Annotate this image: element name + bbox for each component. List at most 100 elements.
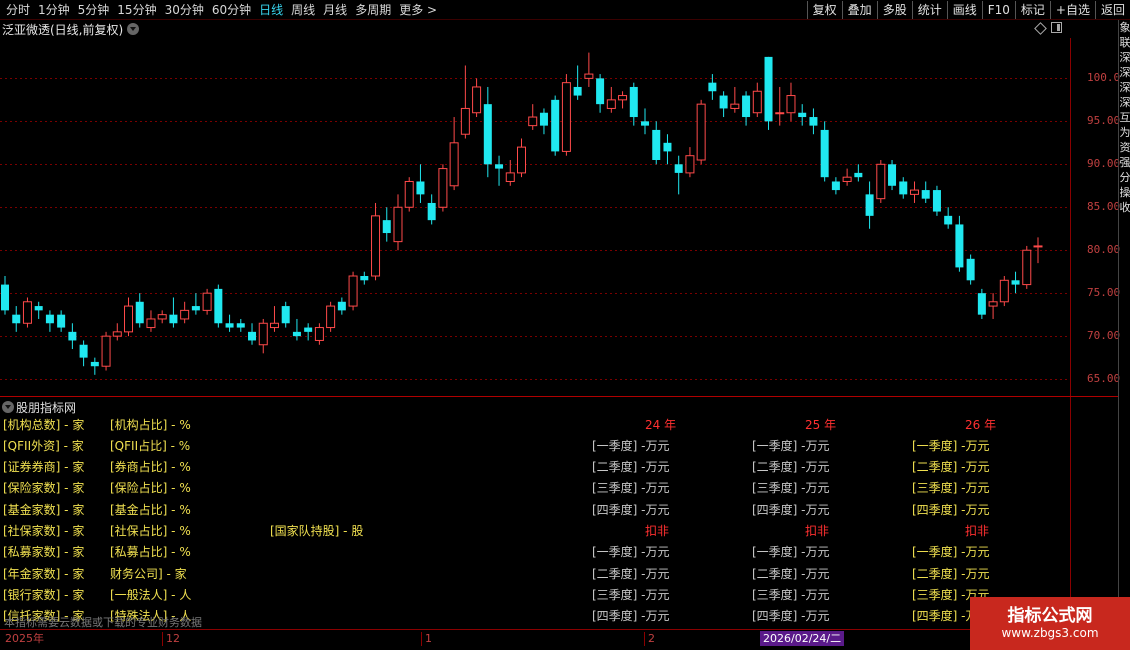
candle[interactable] [663,134,672,165]
candle[interactable] [641,108,650,135]
period-tab[interactable]: 5分钟 [74,0,114,20]
candle[interactable] [112,323,122,341]
candle[interactable] [854,164,863,182]
candle[interactable] [831,177,840,195]
candle[interactable] [573,65,582,100]
side-strip-char[interactable]: 操 [1119,185,1130,200]
candle[interactable] [281,301,290,328]
candle[interactable] [304,323,313,341]
candle[interactable] [561,74,571,156]
candle[interactable] [404,177,414,212]
candle[interactable] [932,185,941,216]
candle[interactable] [360,271,369,285]
candle[interactable] [1022,245,1032,289]
candle[interactable] [449,117,459,191]
side-strip-char[interactable]: 为 [1119,125,1130,140]
side-strip-char[interactable]: 强 [1119,155,1130,170]
candle[interactable] [786,82,796,122]
candle[interactable] [842,168,852,186]
candle[interactable] [393,194,403,251]
candle[interactable] [742,91,751,126]
candle[interactable] [337,297,346,315]
candle[interactable] [876,160,886,203]
candle[interactable] [517,138,526,178]
tool-button[interactable]: 叠加 [841,1,877,19]
candle[interactable] [977,288,986,319]
tool-button[interactable]: 标记 [1014,1,1050,19]
candle[interactable] [606,86,616,113]
candle[interactable] [314,323,324,345]
candle[interactable] [416,164,425,203]
candle[interactable] [258,318,268,354]
candle[interactable] [708,74,717,100]
candle[interactable] [382,207,391,242]
candle[interactable] [820,121,829,182]
period-tab[interactable]: 30分钟 [161,0,208,20]
candle[interactable] [68,323,77,350]
candle[interactable] [12,306,21,332]
candle[interactable] [730,86,740,113]
candle[interactable] [79,340,88,367]
candle[interactable] [988,293,998,319]
side-strip-char[interactable]: 深 [1119,50,1130,65]
tool-button[interactable]: F10 [981,1,1015,19]
candle[interactable] [146,310,156,332]
candle[interactable] [921,181,930,203]
side-strip-char[interactable]: 深 [1119,80,1130,95]
candle[interactable] [483,86,492,178]
candle[interactable] [236,318,245,332]
candle[interactable] [57,310,66,332]
chart-menu-chevron-icon[interactable] [127,23,140,35]
candle[interactable] [34,301,43,319]
candle[interactable] [505,160,515,186]
candle[interactable] [269,306,279,332]
candle[interactable] [45,310,54,332]
candle[interactable] [101,331,111,371]
candle[interactable] [326,301,336,332]
period-tab[interactable]: 周线 [287,0,319,20]
side-strip-char[interactable]: 收 [1119,200,1130,215]
candle[interactable] [472,78,482,118]
candle[interactable] [618,91,628,109]
candle[interactable] [551,95,560,156]
side-strip-char[interactable]: 深 [1119,95,1130,110]
candle[interactable] [528,104,538,130]
candle[interactable] [191,293,200,315]
candle[interactable] [955,215,964,272]
candle[interactable] [248,323,257,345]
tool-button[interactable]: 复权 [806,1,842,19]
candle[interactable] [214,284,223,328]
side-strip-char[interactable]: 象 [1119,20,1130,35]
candle[interactable] [944,207,953,229]
candle[interactable] [999,276,1009,307]
candle[interactable] [22,297,32,328]
side-strip-char[interactable]: 联 [1119,35,1130,50]
panel-toggle-icon[interactable] [1051,22,1062,33]
candle[interactable] [169,297,178,328]
candle[interactable] [460,65,470,139]
candle[interactable] [348,271,358,311]
candle[interactable] [202,288,212,315]
candle[interactable] [798,104,807,126]
side-strip-char[interactable]: 深 [1119,65,1130,80]
period-tab[interactable]: 1分钟 [34,0,74,20]
candle[interactable] [292,318,301,341]
period-tab[interactable]: 更多 > [395,0,441,20]
candle[interactable] [719,91,728,118]
period-tab[interactable]: 月线 [319,0,351,20]
candle[interactable] [180,301,190,324]
side-strip-char[interactable]: 分 [1119,170,1130,185]
side-strip-char[interactable]: 互 [1119,110,1130,125]
candle[interactable] [899,177,908,199]
tool-button[interactable]: 多股 [876,1,912,19]
period-tab[interactable]: 分时 [2,0,34,20]
candle[interactable] [124,297,134,337]
period-tab[interactable]: 60分钟 [208,0,255,20]
tool-button[interactable]: 画线 [946,1,982,19]
candle[interactable] [685,147,695,178]
candle[interactable] [809,108,818,135]
candle[interactable] [652,121,661,165]
period-tab[interactable]: 15分钟 [113,0,160,20]
candle[interactable] [629,82,638,126]
candle[interactable] [427,194,436,225]
